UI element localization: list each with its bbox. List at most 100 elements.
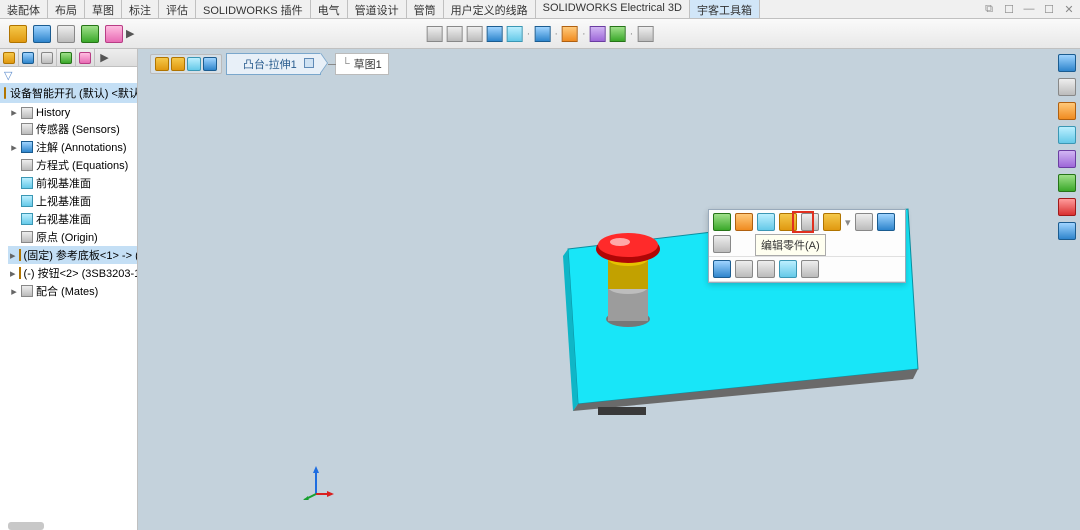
history-icon [21, 107, 33, 119]
tab-sketch[interactable]: 草图 [85, 0, 122, 18]
display-tab[interactable] [76, 49, 95, 66]
tree-mates[interactable]: ▸配合 (Mates) [8, 282, 137, 300]
mates-icon [21, 285, 33, 297]
design-library-icon[interactable] [1058, 78, 1076, 96]
tab-electrical[interactable]: 电气 [311, 0, 348, 18]
appearance-pane-icon[interactable] [1058, 150, 1076, 168]
ctx-hide-icon[interactable] [823, 213, 841, 231]
ctx-normal-icon[interactable] [779, 260, 797, 278]
origin-icon [21, 231, 33, 243]
task-pane-tabs [1058, 54, 1076, 240]
assembly-icon[interactable] [9, 25, 27, 43]
ctx-recent-icon[interactable] [735, 213, 753, 231]
chevron-down-icon[interactable]: ▾ [845, 216, 851, 229]
selection-breadcrumb: 凸台-拉伸1 └ 草图1 [150, 53, 389, 75]
bc-part-icon[interactable] [171, 57, 185, 71]
tree-component-button[interactable]: ▸(-) 按钮<2> (3SB3203-1H [8, 264, 137, 282]
tree-history[interactable]: ▸History [8, 105, 137, 120]
forum-icon[interactable] [1058, 198, 1076, 216]
filter-icon: ▽ [4, 69, 12, 82]
window-controls: ⧉ ☐ — ☐ ✕ [982, 2, 1076, 16]
tree-sensors[interactable]: 传感器 (Sensors) [8, 120, 137, 138]
plane-icon [21, 177, 33, 189]
ctx-line-icon[interactable] [801, 213, 819, 231]
tree-origin[interactable]: 原点 (Origin) [8, 228, 137, 246]
doc-maximize-icon[interactable]: ☐ [1002, 2, 1016, 16]
tab-evaluate[interactable]: 评估 [159, 0, 196, 18]
tree-front-plane[interactable]: 前视基准面 [8, 174, 137, 192]
context-toolbar: ▾ 编辑零件(A) [708, 209, 906, 283]
tab-addins[interactable]: SOLIDWORKS 插件 [196, 0, 311, 18]
plane-icon [21, 195, 33, 207]
zoom-area-icon[interactable] [447, 26, 463, 42]
doc-restore-icon[interactable]: ⧉ [982, 2, 996, 16]
resources-tab-icon[interactable] [1058, 54, 1076, 72]
feature-manager-panel: ▶ ▽ 设备智能开孔 (默认) <默认_显 ▸History 传感器 (Sens… [0, 49, 138, 530]
maximize-icon[interactable]: ☐ [1042, 2, 1056, 16]
ctx-open-part-icon[interactable] [713, 213, 731, 231]
feature-tree: ▸History 传感器 (Sensors) ▸注解 (Annotations)… [0, 103, 137, 300]
ctx-suppress-icon[interactable] [735, 260, 753, 278]
view-palette-icon[interactable] [1058, 126, 1076, 144]
file-explorer-icon[interactable] [1058, 102, 1076, 120]
ctx-config-icon[interactable] [713, 260, 731, 278]
root-node[interactable]: 设备智能开孔 (默认) <默认_显 [0, 83, 137, 103]
model-illustration [138, 49, 1080, 530]
property-tab[interactable] [19, 49, 38, 66]
edit-appearance-icon[interactable] [590, 26, 606, 42]
appearances-icon[interactable] [105, 25, 123, 43]
config-icon[interactable] [57, 25, 75, 43]
display-states-icon[interactable] [81, 25, 99, 43]
minimize-icon[interactable]: — [1022, 2, 1036, 16]
tree-component-baseplate[interactable]: ▸(固定) 参考底板<1> -> (默 [8, 246, 137, 264]
tree-top-plane[interactable]: 上视基准面 [8, 192, 137, 210]
tree-right-plane[interactable]: 右视基准面 [8, 210, 137, 228]
expand-arrow-icon[interactable]: ▶ [126, 27, 134, 40]
display-style-icon[interactable] [534, 26, 550, 42]
ctx-select-other-icon[interactable] [801, 260, 819, 278]
breadcrumb-sketch[interactable]: └ 草图1 [335, 53, 389, 75]
bc-body-icon[interactable] [187, 57, 201, 71]
extra-pane-icon[interactable] [1058, 222, 1076, 240]
graphics-viewport[interactable]: 凸台-拉伸1 └ 草图1 [138, 49, 1080, 530]
previous-view-icon[interactable] [467, 26, 483, 42]
tree-equations[interactable]: 方程式 (Equations) [8, 156, 137, 174]
ctx-measure-icon[interactable] [713, 235, 731, 253]
panel-tabs: ▶ [0, 49, 137, 67]
tab-user-routes[interactable]: 用户定义的线路 [444, 0, 536, 18]
config-tab[interactable] [38, 49, 57, 66]
tab-assembly[interactable]: 装配体 [0, 0, 48, 18]
tab-tubing[interactable]: 管筒 [407, 0, 444, 18]
feature-manager-icon[interactable] [33, 25, 51, 43]
part-icon [19, 249, 21, 261]
dim-tab[interactable] [57, 49, 76, 66]
panel-horizontal-scrollbar[interactable] [8, 522, 44, 530]
apply-scene-icon[interactable] [610, 26, 626, 42]
ctx-component-icon[interactable] [757, 213, 775, 231]
custom-props-icon[interactable] [1058, 174, 1076, 192]
orientation-triad[interactable] [298, 466, 334, 500]
tab-electrical-3d[interactable]: SOLIDWORKS Electrical 3D [536, 0, 690, 18]
tab-layout[interactable]: 布局 [48, 0, 85, 18]
ctx-edit-part-icon[interactable] [779, 213, 797, 231]
tree-annotations[interactable]: ▸注解 (Annotations) [8, 138, 137, 156]
tab-piping[interactable]: 管道设计 [348, 0, 407, 18]
tab-annotate[interactable]: 标注 [122, 0, 159, 18]
fm-tree-tab[interactable] [0, 49, 19, 66]
ctx-isolate-icon[interactable] [877, 213, 895, 231]
tree-filter[interactable]: ▽ [0, 67, 137, 83]
bc-assembly-icon[interactable] [155, 57, 169, 71]
view-settings-icon[interactable] [637, 26, 653, 42]
bc-face-icon[interactable] [203, 57, 217, 71]
breadcrumb-feature[interactable]: 凸台-拉伸1 [226, 53, 321, 75]
hide-show-icon[interactable] [562, 26, 578, 42]
tab-toolbox[interactable]: 宇客工具箱 [690, 0, 760, 18]
section-view-icon[interactable] [487, 26, 503, 42]
close-icon[interactable]: ✕ [1062, 2, 1076, 16]
assembly-root-icon [4, 87, 6, 99]
zoom-fit-icon[interactable] [427, 26, 443, 42]
ctx-zoom-icon[interactable] [757, 260, 775, 278]
ctx-clip-icon[interactable] [855, 213, 873, 231]
more-tab[interactable]: ▶ [95, 49, 114, 66]
view-orientation-icon[interactable] [507, 26, 523, 42]
